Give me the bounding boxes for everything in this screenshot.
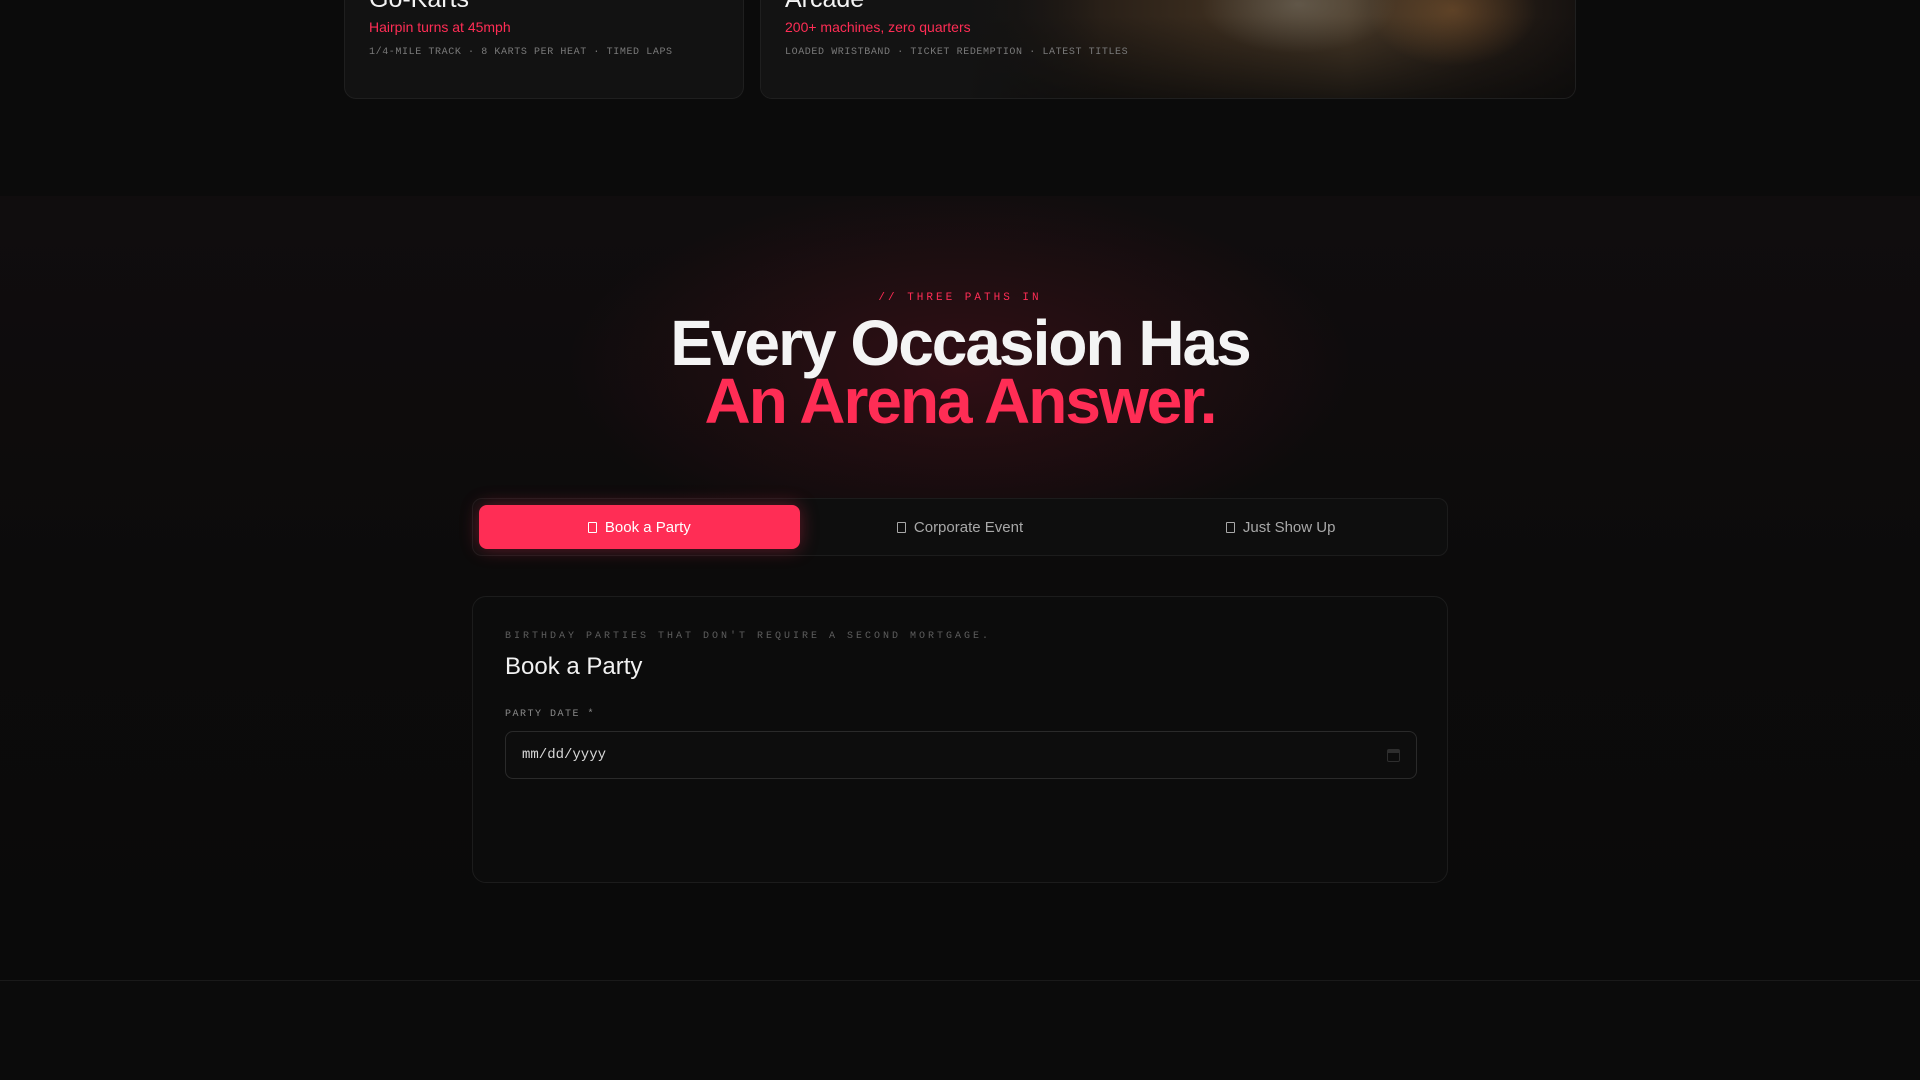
card-title: Arcade	[785, 0, 864, 12]
panel-title: Book a Party	[505, 653, 643, 680]
section-eyebrow: // THREE PATHS IN	[878, 292, 1042, 304]
date-placeholder: mm/dd/yyyy	[522, 747, 607, 763]
tab-corporate-event[interactable]: Corporate Event	[800, 505, 1121, 549]
card-title: Go-Karts	[369, 0, 469, 12]
tab-just-show-up[interactable]: Just Show Up	[1120, 505, 1441, 549]
party-icon	[587, 521, 597, 533]
party-date-label: PARTY DATE *	[505, 709, 596, 720]
briefcase-icon	[896, 521, 906, 533]
tab-label: Just Show Up	[1242, 518, 1336, 536]
card-subtitle: 200+ machines, zero quarters	[785, 19, 971, 35]
card-meta: 1/4-MILE TRACK · 8 KARTS PER HEAT · TIME…	[369, 47, 673, 58]
footer	[0, 981, 1920, 1080]
calendar-icon[interactable]	[1387, 748, 1400, 762]
card-meta: LOADED WRISTBAND · TICKET REDEMPTION · L…	[785, 47, 1129, 58]
arcade-card[interactable]: Arcade 200+ machines, zero quarters LOAD…	[760, 0, 1576, 99]
panel-eyebrow: BIRTHDAY PARTIES THAT DON'T REQUIRE A SE…	[505, 631, 992, 642]
go-karts-card[interactable]: Go-Karts Hairpin turns at 45mph 1/4-MILE…	[344, 0, 744, 99]
party-date-input[interactable]: mm/dd/yyyy	[505, 731, 1417, 779]
occasions-section: // THREE PATHS IN Every Occasion Has An …	[0, 196, 1920, 980]
headline-line-1: Every Occasion Has	[670, 307, 1251, 379]
tab-label: Book a Party	[604, 518, 691, 536]
booking-panel: BIRTHDAY PARTIES THAT DON'T REQUIRE A SE…	[472, 596, 1448, 883]
tab-label: Corporate Event	[913, 518, 1024, 536]
headline-line-2: An Arena Answer.	[704, 365, 1218, 437]
attractions-band: Go-Karts Hairpin turns at 45mph 1/4-MILE…	[0, 0, 1920, 196]
card-subtitle: Hairpin turns at 45mph	[369, 19, 511, 35]
tab-book-a-party[interactable]: Book a Party	[479, 505, 800, 549]
occasion-tabs: Book a Party Corporate Event Just Show U…	[472, 498, 1448, 556]
section-headline: Every Occasion Has An Arena Answer.	[0, 307, 1920, 437]
ticket-icon	[1225, 521, 1235, 533]
